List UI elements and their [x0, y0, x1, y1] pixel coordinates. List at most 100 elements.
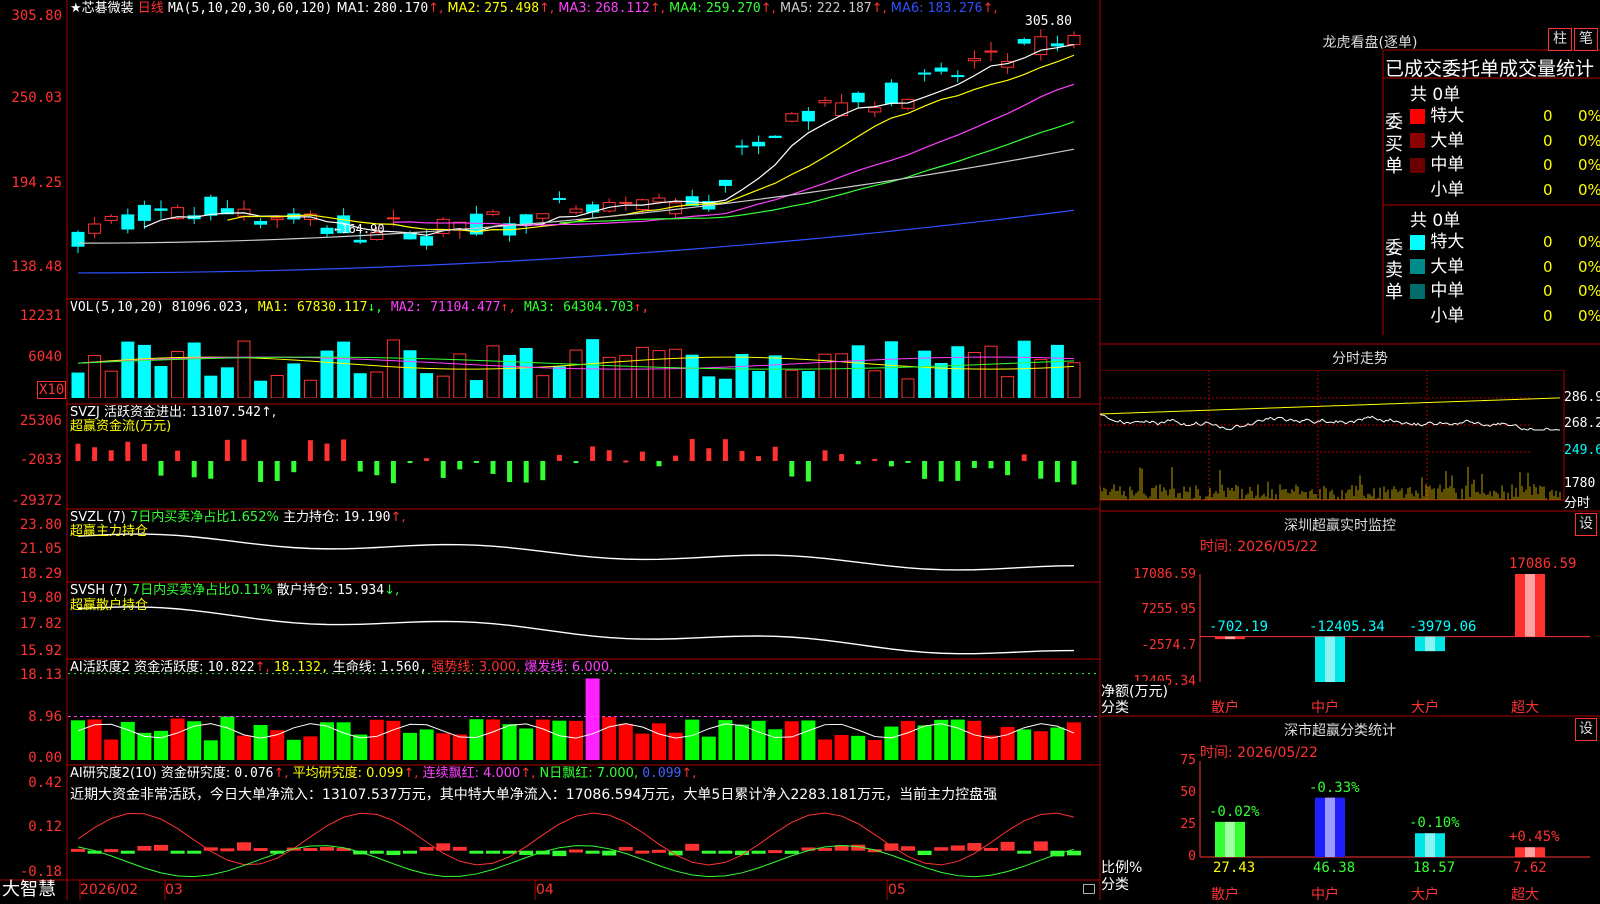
sz-monitor-value-label: -702.19	[1209, 618, 1269, 635]
app-logo[interactable]: 大智慧	[2, 879, 56, 900]
ma-value-4: 259.270	[705, 1, 761, 16]
svzj-bar	[706, 448, 712, 461]
lock-icon[interactable]	[1083, 884, 1095, 894]
buy-total: 共 0单	[1410, 85, 1461, 105]
buy-swatch	[1410, 182, 1425, 197]
sell-name: 大单	[1425, 256, 1465, 277]
svzj-bar	[855, 461, 861, 465]
ai-research-bar	[237, 842, 251, 851]
vol-ma-name-3: MA3:	[516, 300, 564, 315]
svzj-bar	[457, 461, 463, 470]
svzj-bar	[573, 461, 579, 463]
ai-research-v1: 0.076	[234, 766, 274, 781]
sz-class-bar-highlight	[1225, 821, 1235, 857]
tick-mode-button[interactable]: 笔	[1574, 28, 1598, 51]
ai-active-bar	[486, 719, 500, 760]
sz-monitor-settings-button[interactable]: 设	[1575, 513, 1597, 536]
ma-name-4: MA4:	[664, 1, 706, 16]
volume-chart[interactable]	[68, 316, 1100, 398]
svsh-main: 散户持仓:	[276, 583, 333, 598]
ai-active-bar	[751, 720, 766, 760]
stock-title[interactable]: ★芯碁微装	[70, 1, 134, 16]
main-y-tick-bottom: 138.48	[11, 259, 62, 275]
volume-bar	[951, 346, 965, 398]
candle-body	[536, 213, 550, 219]
sz-class-percent-label: 27.43	[1213, 860, 1256, 876]
ai-active-bar	[652, 723, 666, 760]
svzj-bar	[623, 460, 629, 463]
ai-active-bar	[104, 739, 119, 760]
sz-class-percent-label: 7.62	[1513, 860, 1547, 876]
sz-class-settings-button[interactable]: 设	[1575, 718, 1597, 741]
svzl-chart[interactable]	[68, 524, 1100, 580]
svzj-bar	[1054, 461, 1060, 483]
buy-count: 0	[1543, 180, 1553, 199]
svzj-bar	[258, 461, 264, 482]
sell-count: 0	[1543, 306, 1553, 325]
sell-section-label: 委卖单	[1385, 238, 1403, 303]
ai-active-bar	[1067, 722, 1081, 760]
svzj-bar	[1021, 454, 1027, 461]
candle-body	[121, 214, 135, 230]
svzj-chart[interactable]	[68, 418, 1100, 504]
svzj-bar	[440, 461, 446, 478]
vol-unit-badge[interactable]: X10	[37, 381, 67, 399]
ai-active-bar	[834, 734, 849, 760]
svzl-line	[77, 533, 1075, 571]
candle-body	[254, 221, 268, 225]
ai-research-header: AI研究度2(10) 资金研究度: 0.076↑, 平均研究度: 0.099↑,…	[70, 766, 697, 781]
svzj-bar	[789, 461, 795, 477]
sell-count: 0	[1543, 282, 1553, 300]
volume-bar	[602, 356, 616, 398]
intraday-vol-unit: 分时	[1564, 496, 1591, 511]
sz-monitor-bar-highlight	[1225, 636, 1235, 640]
svzj-bar	[390, 461, 396, 484]
main-y-tick-2: 250.03	[11, 90, 62, 106]
svzl-y-tick-1: 23.80	[19, 517, 62, 533]
volume-bar	[436, 375, 450, 398]
sz-class-y-3: 25	[1180, 817, 1196, 832]
date-tick-marks	[79, 880, 888, 900]
volume-bar	[303, 379, 317, 398]
svzj-bar	[191, 461, 197, 478]
vol-ma-value-3: 64304.703	[563, 300, 634, 315]
sz-monitor-bar	[1315, 636, 1345, 682]
ai-research-bar	[984, 847, 998, 851]
sz-class-category-label: 大户	[1411, 887, 1439, 903]
svsh-green: 7日内买卖净占比0.11%	[131, 583, 273, 598]
volume-bar	[519, 348, 533, 398]
sell-pct: 0%	[1578, 306, 1600, 325]
volume-bar	[1017, 340, 1031, 398]
sz-class-value-label: -0.33%	[1309, 779, 1360, 796]
svzj-bar	[988, 461, 994, 469]
svsh-chart[interactable]	[68, 598, 1100, 656]
ai-research-bar	[701, 850, 716, 854]
buy-count: 0	[1543, 107, 1553, 125]
intraday-chart[interactable]	[1100, 370, 1565, 508]
period-label[interactable]: 日线	[138, 1, 164, 16]
ai-research-bar	[1000, 841, 1015, 851]
vol-value: 81096.023	[171, 300, 243, 315]
svzj-bar	[639, 451, 645, 461]
svsh-value: 15.934	[337, 583, 385, 598]
ma-arrow-1: ↑,	[428, 1, 444, 16]
ai-active-bar	[569, 720, 583, 760]
ai-active-chart[interactable]	[68, 672, 1100, 760]
sz-class-bar-highlight	[1425, 833, 1435, 857]
volume-bar	[254, 380, 268, 398]
bar-mode-button[interactable]: 柱	[1548, 28, 1572, 51]
candle-body	[619, 201, 633, 204]
ai-research-description: 近期大资金非常活跃，今日大单净流入：13107.537万元，其中特大单净流入：1…	[70, 787, 998, 803]
svsh-y-tick-2: 17.82	[19, 616, 62, 632]
svzj-subtitle: 超赢资金流(万元)	[70, 419, 172, 434]
intraday-price-line	[1100, 413, 1561, 431]
ai-research-chart[interactable]	[68, 800, 1100, 878]
sz-class-percent-label: 46.38	[1313, 860, 1356, 876]
candle-body	[918, 72, 932, 75]
svzj-bar	[75, 443, 81, 461]
sz-class-category-label: 超大	[1511, 887, 1539, 903]
svzj-bar	[905, 461, 911, 463]
kline-chart[interactable]	[68, 18, 1100, 280]
ai-active-v1: 10.822	[207, 660, 255, 675]
svzj-bar	[772, 446, 778, 461]
